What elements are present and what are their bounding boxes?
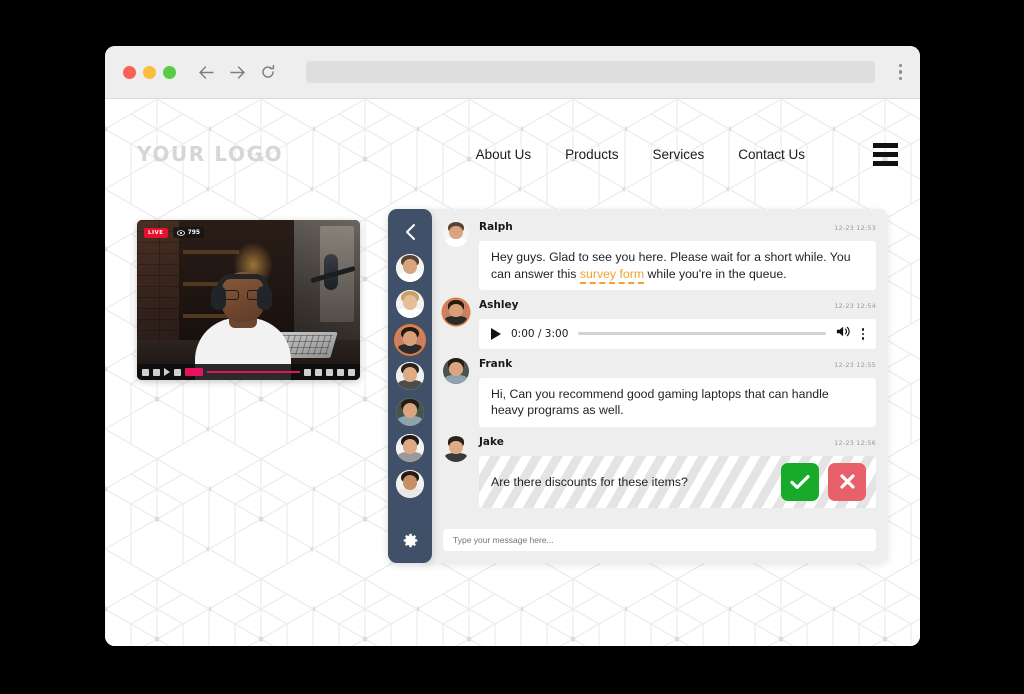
closed-captions-icon[interactable] xyxy=(304,368,311,376)
gear-icon[interactable] xyxy=(402,532,419,549)
rail-avatar-participant-7[interactable] xyxy=(396,470,424,498)
reload-icon[interactable] xyxy=(260,64,276,80)
rail-avatar-participant-2[interactable] xyxy=(396,290,424,318)
browser-chrome-bar xyxy=(105,46,920,99)
avatar-ralph[interactable] xyxy=(443,221,469,247)
fast-forward-icon[interactable] xyxy=(174,368,181,376)
maximize-window-button[interactable] xyxy=(163,65,176,79)
volume-icon[interactable] xyxy=(836,325,852,343)
rail-avatar-participant-1[interactable] xyxy=(396,254,424,282)
message-timestamp: 12-23 12:56 xyxy=(834,438,876,447)
chat-widget: Ralph 12-23 12:53 Hey guys. Glad to see … xyxy=(388,209,888,563)
main-navigation: About Us Products Services Contact Us xyxy=(476,142,898,166)
rail-avatar-participant-3[interactable] xyxy=(396,326,424,354)
message-author: Frank xyxy=(479,357,513,370)
nav-item-contact-us[interactable]: Contact Us xyxy=(738,147,805,162)
chevron-left-icon[interactable] xyxy=(403,223,418,241)
chat-panel: Ralph 12-23 12:53 Hey guys. Glad to see … xyxy=(423,209,888,563)
avatar-frank[interactable] xyxy=(443,357,469,384)
message-timestamp: 12-23 12:55 xyxy=(834,360,876,369)
chat-message-ashley: Ashley 12-23 12:54 0:00 / 3:00 xyxy=(443,299,876,349)
audio-message-player: 0:00 / 3:00 xyxy=(479,319,876,349)
message-bubble: Hey guys. Glad to see you here. Please w… xyxy=(479,241,876,291)
audio-more-options-icon[interactable] xyxy=(861,328,864,340)
browser-window: YOUR LOGO About Us Products Services Con… xyxy=(105,46,920,646)
main-content: LIVE 795 Ralph 12-23 12:53 Hey guys. Gla… xyxy=(105,209,920,563)
nav-item-products[interactable]: Products xyxy=(565,147,618,162)
pending-message-text: Are there discounts for these items? xyxy=(491,474,688,489)
browser-nav-buttons xyxy=(198,64,276,80)
close-window-button[interactable] xyxy=(123,65,136,79)
chat-participants-rail xyxy=(388,209,432,563)
rail-avatar-list xyxy=(396,254,424,498)
chat-message-frank: Frank 12-23 12:55 Hi, Can you recommend … xyxy=(443,357,876,427)
play-icon[interactable] xyxy=(491,327,501,340)
avatar-jake[interactable] xyxy=(443,435,469,462)
site-logo[interactable]: YOUR LOGO xyxy=(137,142,283,166)
video-controls xyxy=(137,364,360,380)
forward-icon[interactable] xyxy=(229,65,246,80)
nav-item-about-us[interactable]: About Us xyxy=(476,147,532,162)
viewer-count: 795 xyxy=(172,227,205,238)
check-icon xyxy=(790,474,810,489)
pending-message-bubble: Are there discounts for these items? xyxy=(479,455,876,508)
chat-message-ralph: Ralph 12-23 12:53 Hey guys. Glad to see … xyxy=(443,221,876,291)
hd-quality-icon[interactable] xyxy=(315,368,322,376)
message-header: Frank 12-23 12:55 xyxy=(479,358,876,374)
message-header: Ralph 12-23 12:53 xyxy=(479,221,876,237)
address-bar[interactable] xyxy=(306,61,875,83)
site-header: YOUR LOGO About Us Products Services Con… xyxy=(105,99,920,209)
hamburger-menu-icon[interactable] xyxy=(873,142,898,166)
close-icon xyxy=(839,474,855,490)
message-header: Jake 12-23 12:56 xyxy=(479,436,876,452)
message-author: Ralph xyxy=(479,221,513,233)
browser-menu-icon[interactable] xyxy=(898,63,902,81)
message-timestamp: 12-23 12:54 xyxy=(834,302,876,311)
video-time-chip xyxy=(185,368,203,376)
chat-message-jake: Jake 12-23 12:56 Are there discounts for… xyxy=(443,435,876,508)
skip-previous-icon[interactable] xyxy=(142,368,149,376)
message-author: Ashley xyxy=(479,299,519,312)
video-progress-bar[interactable] xyxy=(207,371,300,373)
rail-avatar-participant-6[interactable] xyxy=(396,434,424,462)
message-bubble: Hi, Can you recommend good gaming laptop… xyxy=(479,377,876,427)
survey-form-link[interactable]: survey form xyxy=(579,266,645,284)
minimize-window-button[interactable] xyxy=(143,65,156,79)
approve-message-button[interactable] xyxy=(781,462,819,501)
audio-duration: 0:00 / 3:00 xyxy=(511,327,569,340)
moderation-buttons xyxy=(781,462,866,501)
fullscreen-icon[interactable] xyxy=(326,368,333,376)
message-timestamp: 12-23 12:53 xyxy=(834,224,876,232)
rail-avatar-participant-5[interactable] xyxy=(396,398,424,426)
message-text-after: while you're in the queue. xyxy=(644,266,787,281)
play-icon[interactable] xyxy=(164,368,170,376)
volume-icon[interactable] xyxy=(348,368,355,376)
nav-item-services[interactable]: Services xyxy=(652,147,704,162)
chat-message-list: Ralph 12-23 12:53 Hey guys. Glad to see … xyxy=(443,221,876,523)
live-video-player[interactable]: LIVE 795 xyxy=(137,220,360,380)
video-frame xyxy=(137,220,360,380)
avatar-ashley[interactable] xyxy=(443,299,469,326)
message-header: Ashley 12-23 12:54 xyxy=(479,299,876,315)
chat-input-container[interactable] xyxy=(443,529,876,551)
audio-progress-bar[interactable] xyxy=(578,332,826,336)
picture-in-picture-icon[interactable] xyxy=(337,368,344,376)
viewer-count-value: 795 xyxy=(187,229,201,236)
traffic-lights xyxy=(123,65,176,79)
live-label: LIVE xyxy=(144,227,168,238)
live-badge: LIVE 795 xyxy=(144,227,205,238)
eye-icon xyxy=(176,229,185,236)
rail-avatar-participant-4[interactable] xyxy=(396,362,424,390)
chat-message-input[interactable] xyxy=(453,535,866,545)
page-body: YOUR LOGO About Us Products Services Con… xyxy=(105,99,920,646)
reject-message-button[interactable] xyxy=(828,462,866,501)
message-author: Jake xyxy=(479,435,504,448)
back-icon[interactable] xyxy=(198,65,215,80)
rewind-icon[interactable] xyxy=(153,368,160,376)
